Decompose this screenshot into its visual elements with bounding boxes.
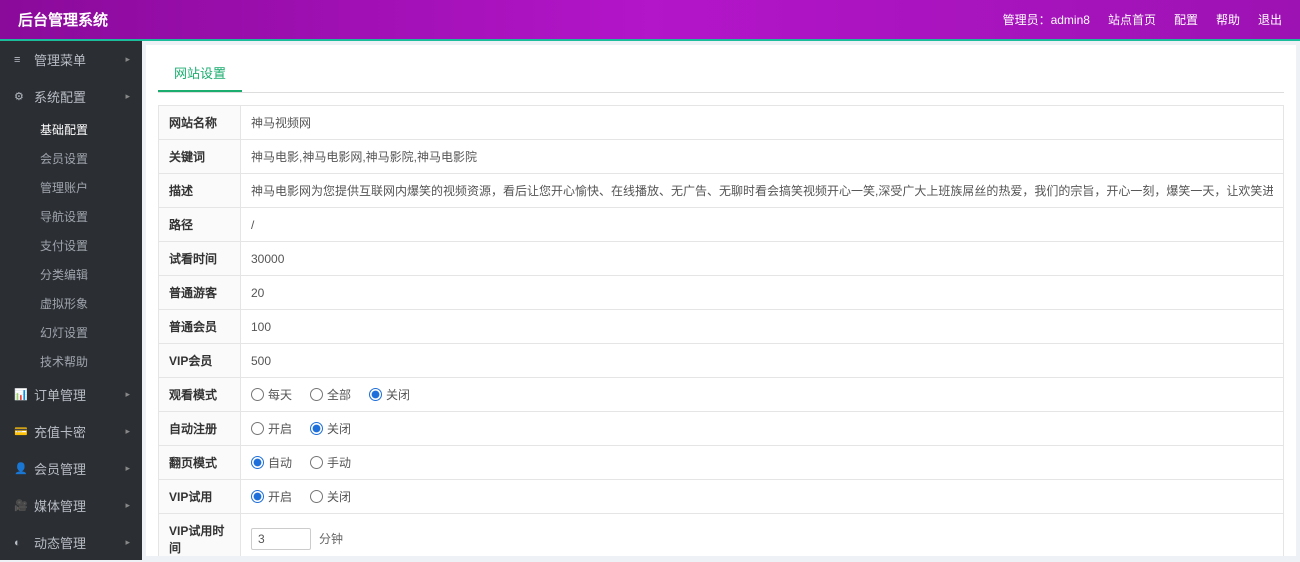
input-member[interactable]: [251, 320, 1273, 334]
sidebar-group-2[interactable]: 💳充值卡密▸: [0, 413, 142, 450]
chevron-right-icon: ▸: [125, 463, 130, 474]
sidebar-sub-0-4[interactable]: 支付设置: [0, 231, 142, 260]
sidebar-group-1[interactable]: 📊订单管理▸: [0, 376, 142, 413]
radio-auto_reg-0[interactable]: 开启: [251, 420, 292, 437]
group-icon: 💳: [14, 425, 28, 438]
input-trial_time[interactable]: [251, 252, 1273, 266]
input-vip[interactable]: [251, 354, 1273, 368]
tabs: 网站设置: [158, 55, 1284, 93]
sidebar-group-5[interactable]: ◐动态管理▸: [0, 524, 142, 560]
menu-icon: ≡: [14, 54, 28, 66]
input-vip_trial_time[interactable]: [251, 528, 311, 550]
radio-vip_trial-0[interactable]: 开启: [251, 488, 292, 505]
label-guest: 普通游客: [159, 276, 241, 310]
group-icon: 📊: [14, 388, 28, 401]
sidebar-menu[interactable]: ≡管理菜单▸: [0, 41, 142, 78]
input-desc[interactable]: [251, 183, 1273, 197]
input-path[interactable]: [251, 218, 1273, 232]
label-keywords: 关键词: [159, 140, 241, 174]
nav-exit[interactable]: 退出: [1258, 11, 1282, 28]
group-icon: 👤: [14, 462, 28, 475]
tab-site-settings[interactable]: 网站设置: [158, 55, 242, 92]
sidebar-sub-0-6[interactable]: 虚拟形象: [0, 289, 142, 318]
label-member: 普通会员: [159, 310, 241, 344]
group-icon: 🎥: [14, 499, 28, 512]
main-content: 网站设置 网站名称关键词描述路径试看时间普通游客普通会员VIP会员观看模式每天 全…: [146, 45, 1296, 556]
header-right: 管理员：admin8 站点首页 配置 帮助 退出: [1003, 11, 1282, 28]
label-vip_trial: VIP试用: [159, 480, 241, 514]
sidebar-group-3[interactable]: 👤会员管理▸: [0, 450, 142, 487]
radio-auto_reg-1[interactable]: 关闭: [310, 420, 351, 437]
label-path: 路径: [159, 208, 241, 242]
nav-config[interactable]: 配置: [1174, 11, 1198, 28]
sidebar-sub-0-2[interactable]: 管理账户: [0, 173, 142, 202]
label-view_mode: 观看模式: [159, 378, 241, 412]
radio-view_mode-2[interactable]: 关闭: [369, 386, 410, 403]
group-icon: ◐: [14, 537, 28, 549]
chevron-right-icon: ▸: [125, 389, 130, 400]
sidebar-group-0[interactable]: ⚙系统配置▸: [0, 78, 142, 115]
group-icon: ⚙: [14, 90, 28, 103]
sidebar-sub-0-8[interactable]: 技术帮助: [0, 347, 142, 376]
sidebar-group-4[interactable]: 🎥媒体管理▸: [0, 487, 142, 524]
label-vip: VIP会员: [159, 344, 241, 378]
radio-view_mode-0[interactable]: 每天: [251, 386, 292, 403]
label-trial_time: 试看时间: [159, 242, 241, 276]
nav-home[interactable]: 站点首页: [1108, 11, 1156, 28]
header: 后台管理系统 管理员：admin8 站点首页 配置 帮助 退出: [0, 0, 1300, 41]
radio-vip_trial-1[interactable]: 关闭: [310, 488, 351, 505]
label-vip_trial_time: VIP试用时间: [159, 514, 241, 557]
label-site_name: 网站名称: [159, 106, 241, 140]
nav-help[interactable]: 帮助: [1216, 11, 1240, 28]
sidebar-sub-0-7[interactable]: 幻灯设置: [0, 318, 142, 347]
sidebar-sub-0-3[interactable]: 导航设置: [0, 202, 142, 231]
admin-label: 管理员：admin8: [1003, 11, 1090, 28]
chevron-right-icon: ▸: [125, 91, 130, 102]
sidebar-sub-0-1[interactable]: 会员设置: [0, 144, 142, 173]
sidebar: ≡管理菜单▸⚙系统配置▸基础配置会员设置管理账户导航设置支付设置分类编辑虚拟形象…: [0, 41, 142, 560]
chevron-right-icon: ▸: [125, 537, 130, 548]
chevron-right-icon: ▸: [125, 500, 130, 511]
label-auto_reg: 自动注册: [159, 412, 241, 446]
input-guest[interactable]: [251, 286, 1273, 300]
app-title: 后台管理系统: [18, 9, 108, 30]
label-page_mode: 翻页模式: [159, 446, 241, 480]
chevron-right-icon: ▸: [125, 426, 130, 437]
sidebar-sub-0-0[interactable]: 基础配置: [0, 115, 142, 144]
input-keywords[interactable]: [251, 149, 1273, 163]
radio-page_mode-0[interactable]: 自动: [251, 454, 292, 471]
chevron-right-icon: ▸: [125, 54, 130, 65]
sidebar-sub-0-5[interactable]: 分类编辑: [0, 260, 142, 289]
label-desc: 描述: [159, 174, 241, 208]
radio-view_mode-1[interactable]: 全部: [310, 386, 351, 403]
unit-vip_trial_time: 分钟: [319, 532, 343, 546]
input-site_name[interactable]: [251, 115, 1273, 129]
settings-form: 网站名称关键词描述路径试看时间普通游客普通会员VIP会员观看模式每天全部关闭自动…: [158, 105, 1284, 556]
radio-page_mode-1[interactable]: 手动: [310, 454, 351, 471]
